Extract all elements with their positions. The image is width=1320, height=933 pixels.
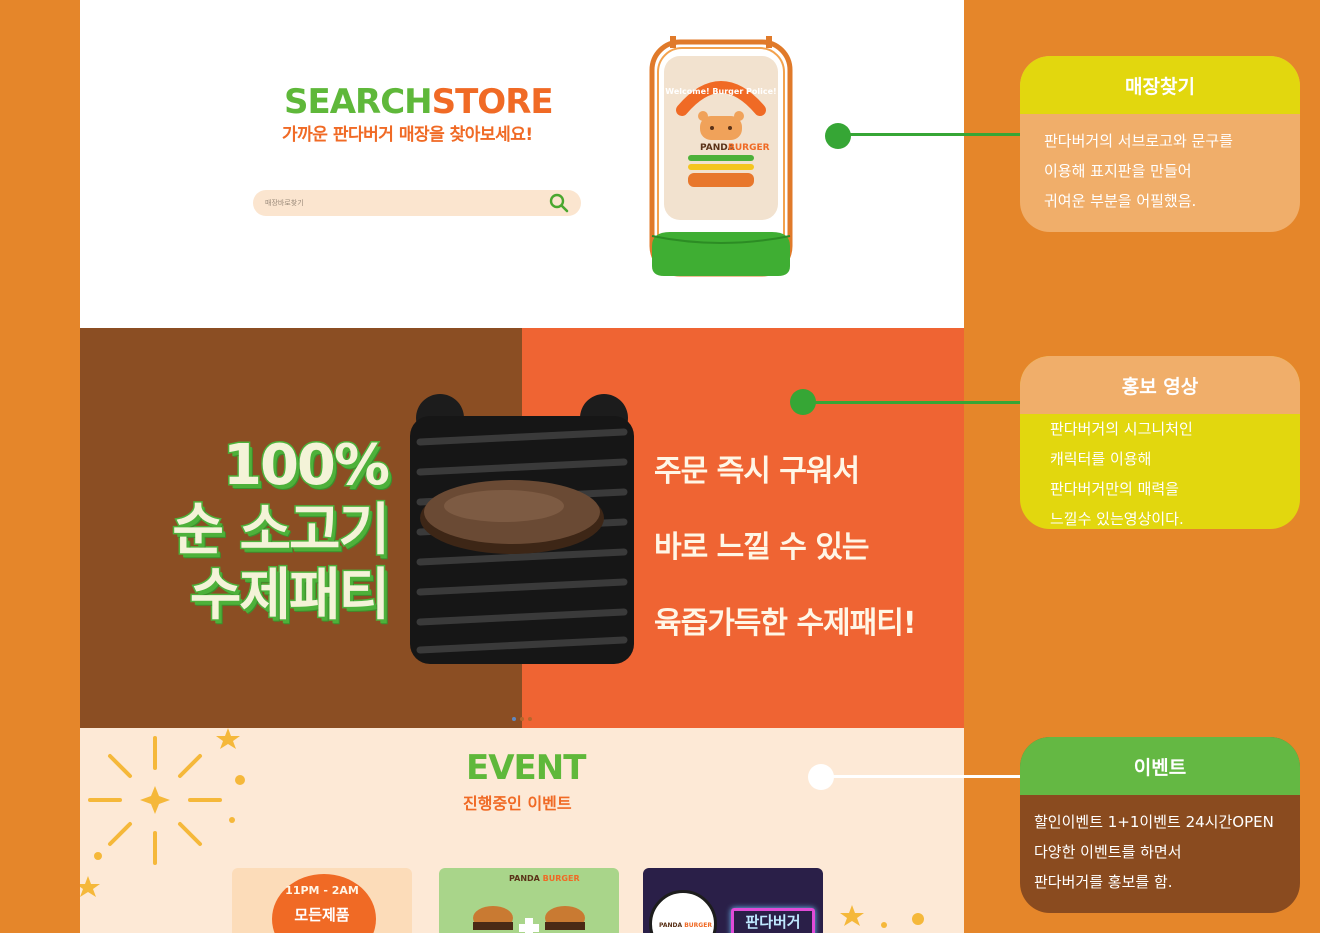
title-store: STORE bbox=[431, 82, 554, 122]
search-icon bbox=[549, 193, 569, 213]
sign-brand-burger: BURGER bbox=[728, 143, 770, 153]
promo-headline-line: 100% bbox=[221, 432, 391, 500]
annotation-line: 캐릭터를 이용해 bbox=[1050, 450, 1152, 468]
store-search-bar bbox=[253, 190, 581, 216]
promo-text-line: 육즙가득한 수제패티! bbox=[654, 606, 917, 641]
annotation-event: 이벤트 할인이벤트 1+1이벤트 24시간OPEN 다양한 이벤트를 하면서 판… bbox=[1020, 737, 1300, 913]
annotation-connector bbox=[838, 133, 1034, 136]
search-store-section: SEARCHSTORE 가까운 판다버거 매장을 찾아보세요! Welcome!… bbox=[80, 0, 964, 328]
search-store-subtitle: 가까운 판다버거 매장을 찾아보세요! bbox=[282, 125, 533, 145]
promo-headline: 100% 순 소고기 수제패티 bbox=[171, 432, 392, 630]
slide-dot[interactable] bbox=[528, 717, 532, 721]
promo-text-line: 바로 느낄 수 있는 bbox=[654, 530, 870, 565]
event-card[interactable]: PANDA BURGER 판다버거 bbox=[643, 868, 823, 933]
star-decoration-icon bbox=[840, 905, 924, 928]
promo-headline-line: 순 소고기 bbox=[171, 497, 392, 565]
annotation-dot bbox=[808, 764, 834, 790]
event-card-time: 11PM - 2AM bbox=[285, 884, 359, 897]
event-card-neon-sign: 판다버거 bbox=[731, 908, 815, 933]
promo-text-line: 주문 즉시 구워서 bbox=[654, 454, 860, 489]
annotation-title: 홍보 영상 bbox=[1020, 356, 1300, 414]
event-card-main: 모든제품 bbox=[294, 906, 350, 924]
annotation-line: 할인이벤트 1+1이벤트 24시간OPEN bbox=[1034, 813, 1274, 831]
event-section: EVENT 진행중인 이벤트 11PM - 2AM 모든제품 PANDA BUR… bbox=[80, 728, 964, 933]
annotation-dot bbox=[790, 389, 816, 415]
annotation-line: 귀여운 부분을 어필했음. bbox=[1044, 192, 1197, 210]
grill-patty-image bbox=[410, 394, 634, 664]
sign-arc-text: Welcome! Burger Police! bbox=[665, 87, 776, 96]
event-title: EVENT bbox=[466, 748, 586, 788]
event-card-brand-burger: BURGER bbox=[684, 922, 712, 929]
title-search: SEARCH bbox=[284, 82, 433, 122]
annotation-line: 판다버거의 시그니처인 bbox=[1050, 420, 1193, 438]
annotation-title: 이벤트 bbox=[1020, 737, 1300, 795]
firework-decoration-icon bbox=[80, 728, 245, 897]
promo-headline-line: 수제패티 bbox=[188, 562, 391, 630]
annotation-line: 판다버거를 홍보를 함. bbox=[1034, 873, 1173, 891]
annotation-promo-video: 홍보 영상 판다버거의 시그니처인 캐릭터를 이용해 판다버거만의 매력을 느낄… bbox=[1020, 356, 1300, 529]
event-card-brand-burger: BURGER bbox=[542, 874, 580, 883]
annotation-dot bbox=[825, 123, 851, 149]
annotation-connector bbox=[822, 775, 1048, 778]
event-card[interactable]: 11PM - 2AM 모든제품 bbox=[232, 868, 412, 933]
search-store-title: SEARCHSTORE bbox=[284, 82, 554, 122]
annotation-line: 판다버거만의 매력을 bbox=[1050, 480, 1179, 498]
annotation-line: 느낄수 있는영상이다. bbox=[1050, 510, 1184, 528]
annotation-title: 매장찾기 bbox=[1020, 56, 1300, 114]
slide-dot[interactable] bbox=[512, 717, 516, 721]
annotation-store-search: 매장찾기 판다버거의 서브로고와 문구를 이용해 표지판을 만들어 귀여운 부분… bbox=[1020, 56, 1300, 232]
event-card-brand-panda: PANDA bbox=[509, 874, 540, 883]
store-search-input[interactable] bbox=[265, 194, 525, 212]
event-subtitle: 진행중인 이벤트 bbox=[463, 794, 572, 813]
panda-burger-signboard: Welcome! Burger Police! PANDA BURGER bbox=[649, 36, 793, 277]
slide-dot[interactable] bbox=[520, 717, 524, 721]
burger-icon bbox=[473, 906, 585, 933]
annotation-line: 이용해 표지판을 만들어 bbox=[1044, 162, 1192, 180]
annotation-line: 다양한 이벤트를 하면서 bbox=[1034, 843, 1182, 861]
promo-video-section[interactable]: 100% 순 소고기 수제패티 주문 즉시 구워서 바로 느낄 수 있는 육즙가… bbox=[80, 328, 964, 728]
event-card[interactable]: PANDA BURGER bbox=[439, 868, 619, 933]
slide-indicator bbox=[512, 717, 532, 721]
event-card-brand-panda: PANDA bbox=[659, 922, 683, 929]
annotation-connector bbox=[803, 401, 1039, 404]
search-button[interactable] bbox=[547, 191, 571, 215]
annotation-line: 판다버거의 서브로고와 문구를 bbox=[1044, 132, 1233, 150]
